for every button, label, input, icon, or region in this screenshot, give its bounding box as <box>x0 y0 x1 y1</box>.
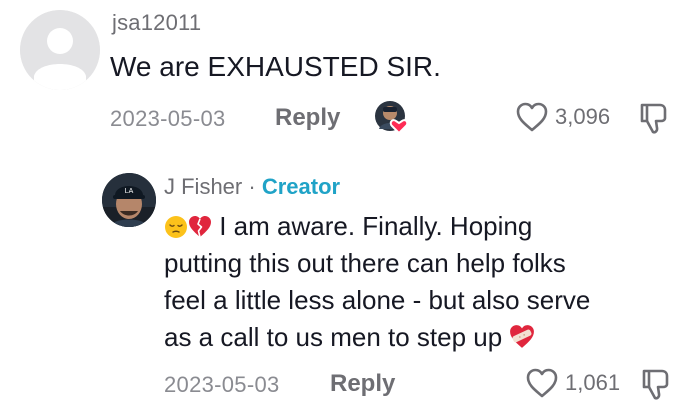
svg-text:LA: LA <box>125 188 134 195</box>
mending-heart-emoji-icon <box>510 325 535 348</box>
reply-text: I am aware. Finally. Hoping putting this… <box>164 208 684 356</box>
heart-outline-icon <box>526 368 558 398</box>
creator-badge: Creator <box>261 174 341 199</box>
reply-line-4-text: as a call to us men to step up <box>164 322 503 352</box>
comment-username[interactable]: jsa12011 <box>112 10 201 36</box>
reply-line-1-text: I am aware. Finally. Hoping <box>219 211 533 241</box>
reply-line-3: feel a little less alone - but also serv… <box>164 285 591 315</box>
creator-liked-badge <box>373 99 413 139</box>
creator-avatar[interactable]: LA <box>102 173 156 227</box>
separator-dot: · <box>248 174 256 199</box>
reply-dislike-button[interactable] <box>640 366 674 407</box>
thumb-down-icon <box>640 103 667 134</box>
broken-heart-emoji-icon <box>189 216 211 238</box>
reply-line-1: I am aware. Finally. Hoping <box>164 208 684 245</box>
heart-outline-icon <box>516 102 548 132</box>
reply-button[interactable]: Reply <box>275 104 340 132</box>
reply-line-4: as a call to us men to step up <box>164 319 684 356</box>
reply-like-count: 1,061 <box>565 370 621 395</box>
reply-line-2: putting this out there can help folks <box>164 248 566 278</box>
reply-author-name[interactable]: J Fisher <box>164 174 242 199</box>
thumb-down-icon <box>642 369 669 400</box>
reply-author-line: J Fisher · Creator <box>164 174 340 200</box>
reply-reply-button[interactable]: Reply <box>330 370 395 398</box>
reply-like-button[interactable]: 1,061 <box>525 367 620 399</box>
creator-avatar-image: LA <box>102 173 156 227</box>
dislike-button[interactable] <box>638 100 672 141</box>
like-count: 3,096 <box>555 104 611 129</box>
creator-liked-badge-icon <box>375 101 409 135</box>
default-avatar-icon <box>20 10 100 90</box>
comment-date: 2023-05-03 <box>110 106 226 131</box>
like-button[interactable]: 3,096 <box>515 101 610 133</box>
reply-date: 2023-05-03 <box>164 372 280 397</box>
user-avatar[interactable] <box>20 10 100 90</box>
comment-text: We are EXHAUSTED SIR. <box>110 51 441 82</box>
pensive-face-emoji-icon <box>165 216 187 238</box>
